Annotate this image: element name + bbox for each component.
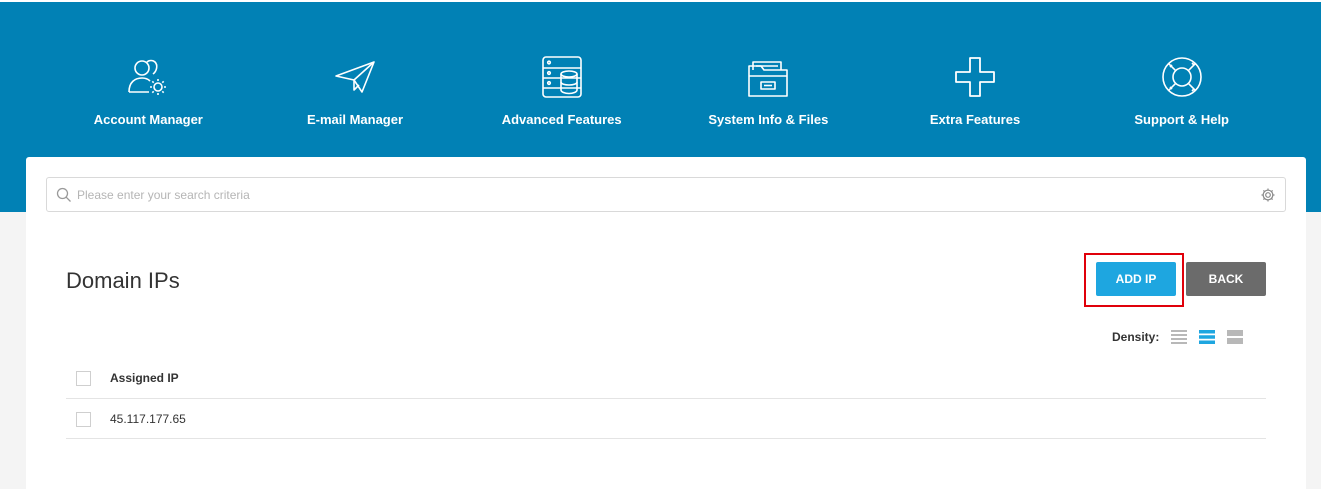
gear-icon[interactable] — [1260, 187, 1276, 203]
nav-label: Support & Help — [1134, 112, 1229, 127]
folder-files-icon — [748, 61, 789, 97]
main-nav: Account Manager E-mail Manager Advanced — [45, 54, 1285, 134]
page-title: Domain IPs — [66, 268, 180, 293]
nav-item-account-manager[interactable]: Account Manager — [45, 54, 252, 134]
add-ip-button[interactable]: ADD IP — [1096, 262, 1176, 296]
nav-label: E-mail Manager — [306, 112, 404, 127]
select-all-checkbox[interactable] — [76, 371, 91, 386]
content-panel: Domain IPs ADD IP BACK Density: Assigned… — [26, 157, 1306, 489]
search-icon — [56, 187, 71, 202]
table-row: 45.117.177.65 — [66, 399, 1266, 439]
account-manager-icon — [128, 59, 167, 95]
density-compact-icon[interactable] — [1171, 329, 1188, 345]
lifebuoy-icon — [1161, 57, 1202, 97]
nav-item-support-help[interactable]: Support & Help — [1078, 54, 1285, 134]
density-label: Density: — [1112, 330, 1160, 344]
nav-label: Account Manager — [93, 112, 203, 127]
column-header-assigned-ip: Assigned IP — [110, 371, 179, 385]
table-header-row: Assigned IP — [66, 359, 1266, 399]
nav-item-extra-features[interactable]: Extra Features — [872, 54, 1079, 134]
nav-label: Extra Features — [929, 112, 1021, 127]
search-input[interactable] — [77, 179, 1247, 210]
back-button[interactable]: BACK — [1186, 262, 1266, 296]
search-bar — [46, 177, 1286, 212]
row-checkbox[interactable] — [76, 412, 91, 427]
nav-item-email-manager[interactable]: E-mail Manager — [252, 54, 459, 134]
server-database-icon — [541, 56, 582, 98]
paper-plane-icon — [335, 61, 375, 93]
density-comfortable-icon[interactable] — [1227, 329, 1244, 345]
density-selector: Density: — [1112, 329, 1255, 345]
assigned-ip-cell: 45.117.177.65 — [110, 412, 186, 426]
ip-table: Assigned IP 45.117.177.65 — [66, 359, 1266, 439]
nav-item-system-info-files[interactable]: System Info & Files — [665, 54, 872, 134]
nav-label: Advanced Features — [501, 112, 622, 127]
nav-label: System Info & Files — [708, 112, 829, 127]
nav-item-advanced-features[interactable]: Advanced Features — [458, 54, 665, 134]
plus-icon — [955, 57, 995, 97]
density-normal-icon[interactable] — [1199, 329, 1216, 345]
